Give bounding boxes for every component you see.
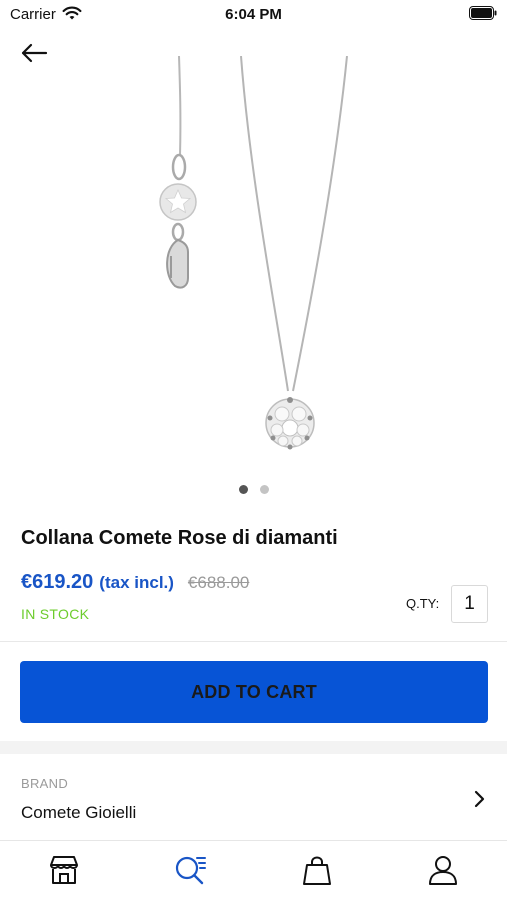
old-price: €688.00 [187, 573, 250, 592]
price-row: €619.20 (tax incl.) €688.00 [21, 571, 249, 594]
divider [0, 641, 507, 642]
bag-icon [303, 856, 331, 885]
tab-bar [0, 840, 507, 900]
user-icon [429, 856, 457, 885]
product-image[interactable] [0, 55, 507, 466]
tab-search[interactable] [173, 853, 207, 887]
brand-label: BRAND [21, 776, 69, 791]
qty-label: Q.TY: [406, 596, 440, 611]
pager-dot[interactable] [259, 485, 269, 494]
status-time: 6:04 PM [225, 6, 282, 23]
brand-value: Comete Gioielli [21, 803, 137, 822]
tab-cart[interactable] [300, 853, 334, 887]
tab-account[interactable] [426, 853, 460, 887]
tab-store[interactable] [47, 853, 81, 887]
battery-icon [469, 6, 497, 20]
section-separator [0, 741, 507, 754]
search-icon [175, 856, 206, 885]
store-icon [50, 856, 78, 884]
quantity-field[interactable]: 1 [451, 585, 488, 623]
necklace-image [159, 55, 348, 450]
tax-note: (tax incl.) [99, 573, 174, 592]
stock-status: IN STOCK [21, 606, 90, 622]
add-to-cart-button[interactable]: ADD TO CART [20, 661, 488, 723]
image-pager [0, 485, 507, 494]
product-title: Collana Comete Rose di diamanti [21, 527, 338, 549]
brand-row[interactable]: BRAND Comete Gioielli [0, 754, 507, 840]
price: €619.20 [21, 571, 94, 593]
pager-dot-active[interactable] [238, 485, 248, 494]
chevron-right-icon [474, 790, 485, 808]
status-bar: Carrier 6:04 PM [0, 0, 507, 28]
